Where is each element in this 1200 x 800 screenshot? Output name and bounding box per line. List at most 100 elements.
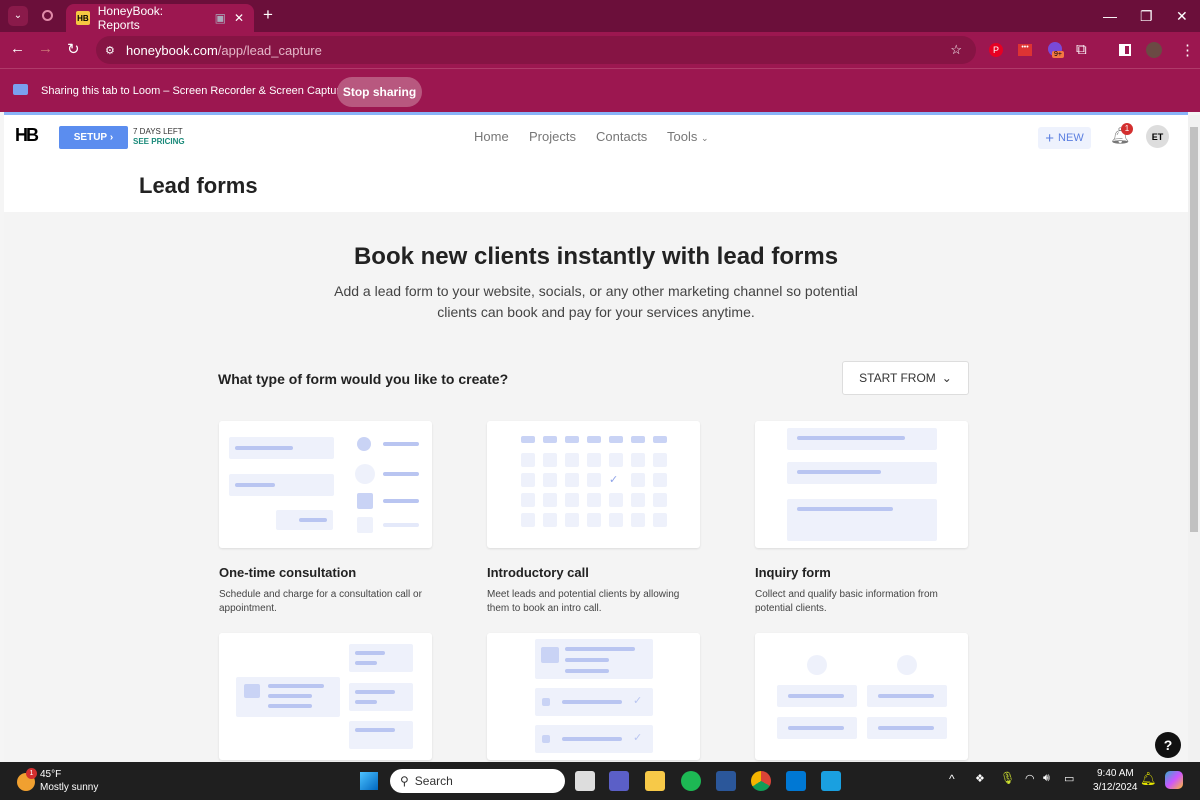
clock-time[interactable]: 9:40 AM bbox=[1097, 768, 1134, 779]
profile-avatar[interactable] bbox=[1146, 42, 1162, 58]
url-path: /app/lead_capture bbox=[217, 42, 322, 58]
page-title: Lead forms bbox=[139, 173, 258, 198]
copilot-icon[interactable] bbox=[1165, 771, 1183, 789]
chrome-icon[interactable] bbox=[751, 771, 771, 791]
honeybook-logo[interactable]: HB bbox=[15, 125, 39, 146]
calendar-day-cell bbox=[587, 493, 601, 507]
calendar-header-cell bbox=[609, 436, 623, 443]
weather-temp: 45°F bbox=[40, 769, 62, 780]
calendar-day-cell bbox=[565, 513, 579, 527]
pinterest-extension-icon[interactable]: P bbox=[989, 43, 1003, 57]
card-one-time-consultation[interactable] bbox=[219, 421, 432, 548]
calendar-day-cell bbox=[631, 513, 645, 527]
see-pricing-link[interactable]: SEE PRICING bbox=[133, 137, 185, 146]
microphone-icon[interactable]: 🎙︎ bbox=[1000, 771, 1015, 785]
calendar-day-cell bbox=[543, 453, 557, 467]
user-avatar[interactable]: ET bbox=[1146, 125, 1169, 148]
reload-button[interactable]: ↻ bbox=[67, 40, 80, 58]
lastpass-extension-icon[interactable]: ••• bbox=[1018, 44, 1032, 56]
forward-button[interactable]: → bbox=[38, 40, 53, 57]
new-tab-button[interactable]: + bbox=[263, 5, 273, 25]
new-button[interactable]: + NEW bbox=[1038, 127, 1091, 149]
stop-sharing-button[interactable]: Stop sharing bbox=[337, 77, 422, 107]
calendar-header-cell bbox=[521, 436, 535, 443]
weather-text: Mostly sunny bbox=[40, 782, 99, 793]
site-info-icon[interactable]: ⚙ bbox=[105, 44, 115, 57]
nav-home[interactable]: Home bbox=[474, 129, 509, 144]
menu-icon[interactable]: ⋮ bbox=[1180, 41, 1195, 59]
file-explorer-icon[interactable] bbox=[645, 771, 665, 791]
card-description: Meet leads and potential clients by allo… bbox=[487, 589, 680, 614]
calendar-day-cell: ✓ bbox=[609, 474, 619, 486]
calendar-day-cell bbox=[609, 513, 623, 527]
volume-icon[interactable]: 🔊︎ bbox=[1043, 772, 1050, 785]
calendar-day-cell bbox=[587, 453, 601, 467]
nav-contacts[interactable]: Contacts bbox=[596, 129, 647, 144]
spotify-icon[interactable] bbox=[681, 771, 701, 791]
url-input[interactable]: ⚙ honeybook.com/app/lead_capture ☆ bbox=[96, 36, 976, 64]
battery-icon[interactable]: ▭ bbox=[1064, 772, 1074, 785]
address-bar-row: ← → ↻ ⚙ honeybook.com/app/lead_capture ☆… bbox=[0, 32, 1200, 68]
calendar-day-cell bbox=[587, 473, 601, 487]
close-tab-icon[interactable]: ✕ bbox=[234, 11, 244, 25]
nav-projects[interactable]: Projects bbox=[529, 129, 576, 144]
minimize-button[interactable]: — bbox=[1103, 8, 1117, 24]
plus-icon: + bbox=[1045, 129, 1055, 147]
setup-button[interactable]: SETUP › bbox=[59, 126, 128, 149]
calculator-app-icon[interactable] bbox=[821, 771, 841, 791]
tab-title: HoneyBook: Reports bbox=[97, 4, 164, 32]
start-from-label: START FROM bbox=[859, 371, 936, 385]
close-window-button[interactable]: ✕ bbox=[1176, 8, 1188, 25]
chevron-down-icon: ⌄ bbox=[941, 371, 952, 385]
tray-overflow-icon[interactable]: ^ bbox=[949, 772, 955, 786]
start-button[interactable] bbox=[360, 772, 378, 790]
calendar-header-cell bbox=[587, 436, 601, 443]
calendar-day-cell bbox=[653, 493, 667, 507]
calendar-day-cell bbox=[521, 473, 535, 487]
tab-search-button[interactable]: ⌄ bbox=[8, 6, 28, 26]
nav-tools-label: Tools bbox=[667, 129, 698, 144]
scrollbar[interactable] bbox=[1188, 115, 1200, 762]
calendar-day-cell bbox=[543, 493, 557, 507]
sharing-infobar: Sharing this tab to Loom – Screen Record… bbox=[0, 68, 1200, 112]
card-inquiry-form[interactable] bbox=[755, 421, 968, 548]
help-button[interactable]: ? bbox=[1155, 732, 1181, 758]
back-button[interactable]: ← bbox=[10, 40, 25, 57]
scrollbar-thumb[interactable] bbox=[1190, 127, 1198, 532]
calendar-day-cell bbox=[543, 513, 557, 527]
word-icon[interactable] bbox=[716, 771, 736, 791]
honeybook-page: HB SETUP › 7 DAYS LEFT SEE PRICING Home … bbox=[4, 112, 1188, 762]
calendar-day-cell bbox=[521, 513, 535, 527]
card-description: Schedule and charge for a consultation c… bbox=[219, 589, 422, 614]
search-icon: ⚲ bbox=[400, 774, 409, 788]
notification-bell-icon[interactable]: 🔔︎ bbox=[1140, 771, 1157, 787]
nav-tools[interactable]: Tools ⌄ bbox=[667, 129, 709, 144]
clock-date[interactable]: 3/12/2024 bbox=[1093, 782, 1138, 793]
restore-button[interactable]: ❐ bbox=[1140, 8, 1153, 25]
calendar-header-cell bbox=[565, 436, 579, 443]
screen-share-icon bbox=[13, 84, 28, 95]
start-from-dropdown[interactable]: START FROM ⌄ bbox=[842, 361, 969, 395]
notification-badge: 1 bbox=[1121, 123, 1133, 135]
bookmark-star-icon[interactable]: ☆ bbox=[950, 42, 962, 58]
calendar-day-cell bbox=[631, 493, 645, 507]
setup-label: SETUP bbox=[73, 132, 108, 143]
card-introductory-call[interactable]: ✓ bbox=[487, 421, 700, 548]
outlook-icon[interactable] bbox=[786, 771, 806, 791]
tab-honeybook[interactable]: HB HoneyBook: Reports ▣ ✕ bbox=[66, 4, 254, 32]
weather-badge: 1 bbox=[26, 768, 37, 779]
form-type-question: What type of form would you like to crea… bbox=[218, 371, 509, 387]
teams-icon[interactable] bbox=[609, 771, 629, 791]
card-form-template-6[interactable] bbox=[755, 633, 968, 760]
task-view-icon[interactable] bbox=[575, 771, 595, 791]
taskbar-search[interactable]: ⚲ Search bbox=[390, 769, 565, 793]
extensions-icon[interactable]: ⧉ bbox=[1076, 41, 1087, 58]
dropbox-icon[interactable]: ❖ bbox=[975, 772, 985, 785]
search-label: Search bbox=[414, 774, 453, 788]
wifi-icon[interactable]: ◠ bbox=[1025, 772, 1035, 785]
hero-title: Book new clients instantly with lead for… bbox=[353, 243, 839, 270]
card-form-template-5[interactable]: ✓ ✓ bbox=[487, 633, 700, 760]
extension-badge: 9+ bbox=[1052, 51, 1064, 58]
card-form-template-4[interactable] bbox=[219, 633, 432, 760]
side-panel-icon[interactable] bbox=[1119, 44, 1131, 56]
